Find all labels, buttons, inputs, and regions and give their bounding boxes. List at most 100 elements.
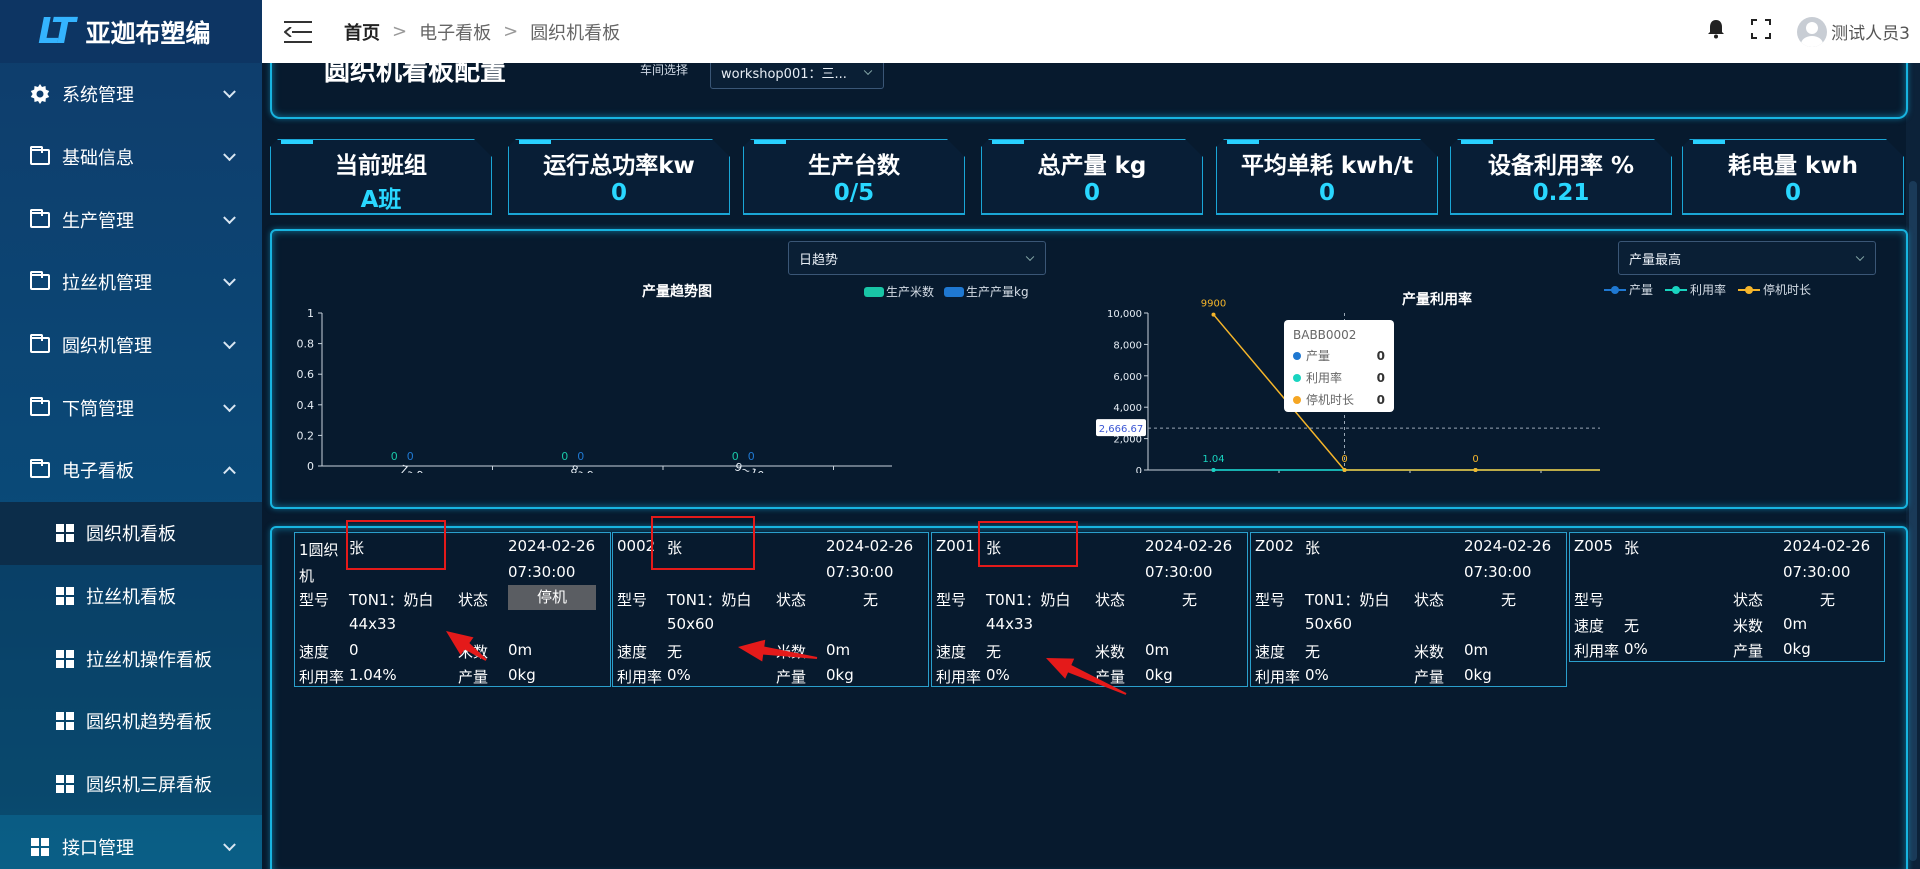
breadcrumb-separator: > [503, 21, 519, 42]
machine-model: T0N1：奶白 [986, 591, 1071, 609]
machine-output: 0kg [508, 666, 536, 684]
legend-swatch [944, 286, 965, 297]
kpi-card: 总产量 kg 0 [981, 139, 1203, 215]
app-name: 亚迦布塑编 [85, 18, 211, 48]
output-label: 产量 [1414, 668, 1445, 686]
data-point[interactable] [1211, 467, 1216, 472]
grid-icon [56, 774, 74, 793]
app-root: LT 亚迦布塑编 系统管理 基础信息 生产管理 拉丝机管理 圆织机管理 下筒管理… [0, 0, 1920, 869]
meters-label: 米数 [1733, 617, 1764, 635]
legend-line [1738, 285, 1761, 294]
user-name[interactable]: 测试人员3 [1831, 19, 1910, 44]
highlight-box [978, 521, 1078, 567]
kpi-card: 耗电量 kwh 0 [1682, 139, 1904, 215]
sidebar-item-label: 接口管理 [62, 837, 134, 859]
sidebar-item-drawing-machine[interactable]: 拉丝机管理 [0, 251, 262, 314]
sidebar-subitem-label: 圆织机三屏看板 [86, 774, 212, 796]
workshop-select[interactable]: workshop001：三... [710, 63, 884, 89]
logo: LT 亚迦布塑编 [0, 0, 262, 63]
machine-time: 07:30:00 [508, 563, 576, 581]
output-label: 产量 [458, 668, 489, 686]
kpi-title: 总产量 kg [1037, 153, 1147, 179]
breadcrumb-current: 圆织机看板 [530, 22, 621, 44]
data-point[interactable] [1211, 312, 1216, 317]
model-label: 型号 [936, 591, 967, 609]
output-label: 产量 [1733, 642, 1764, 660]
model-label: 型号 [1255, 591, 1286, 609]
breadcrumb-separator: > [392, 21, 408, 42]
tooltip-row: 停机时长 0 [1293, 391, 1385, 408]
sidebar-item-dashboard[interactable]: 电子看板 [0, 439, 262, 502]
machine-name: Z001 [936, 537, 975, 555]
avatar[interactable] [1797, 16, 1828, 47]
sidebar-item-production[interactable]: 生产管理 [0, 188, 262, 251]
sidebar-subitem-loom-three-screen-board[interactable]: 圆织机三屏看板 [0, 752, 262, 816]
page-title: 圆织机看板配置 [324, 63, 507, 87]
machine-card[interactable]: 1圆织机张 2024-02-26 07:30:00 型号 T0N1：奶白 44x33 状态速… [294, 532, 611, 687]
fullscreen-icon[interactable] [1751, 19, 1772, 44]
legend-label[interactable]: 利用率 [1690, 281, 1726, 298]
y-tick-label: 2,000 [1113, 435, 1142, 446]
breadcrumb-item[interactable]: 电子看板 [419, 19, 491, 45]
output-label: 产量 [776, 668, 807, 686]
folder-icon [30, 271, 50, 292]
breadcrumb-home[interactable]: 首页 [344, 19, 380, 45]
menu-toggle-icon[interactable] [284, 20, 312, 43]
tooltip-label: 停机时长 [1306, 393, 1355, 407]
machine-model: T0N1：奶白 [1305, 591, 1390, 609]
legend-label[interactable]: 生产米数 [886, 283, 934, 300]
legend-label[interactable]: 停机时长 [1763, 281, 1811, 298]
data-point[interactable] [1473, 468, 1478, 472]
machine-speed: 0 [349, 641, 359, 659]
tooltip-label: 产量 [1306, 349, 1331, 363]
machine-time: 07:30:00 [826, 563, 894, 581]
machine-card[interactable]: Z005 张 2024-02-26 07:30:00 型号 状态 速度无米数 0m 利用率 0% 产… [1569, 532, 1885, 662]
machine-status: 无 [863, 591, 879, 609]
sidebar-subitem-loom-trend-board[interactable]: 圆织机趋势看板 [0, 689, 262, 753]
machine-util: 1.04% [349, 666, 397, 684]
trend-period-select[interactable]: 日趋势 [788, 241, 1046, 275]
sidebar-item-interface[interactable]: 接口管理 [0, 815, 262, 869]
status-label: 状态 [1414, 591, 1445, 609]
sidebar-item-loom[interactable]: 圆织机管理 [0, 314, 262, 377]
util-label: 利用率 [1255, 668, 1301, 686]
kpi-title: 平均单耗 kwh/t [1240, 153, 1414, 179]
sidebar-subitem-loom-board[interactable]: 圆织机看板 [0, 501, 262, 565]
bar-value-label: 0 [748, 450, 755, 463]
machine-speed: 无 [1305, 643, 1321, 661]
trend-bar-chart: 00.20.40.60.817~8008~9009~100010~1100 [297, 307, 892, 473]
chart-tooltip: BABB0002 产量 0 利用率 0 停机时长 0 [1284, 320, 1394, 412]
y-tick-label: 0 [1136, 466, 1142, 473]
machine-util: 0% [1624, 640, 1648, 658]
chevron-down-icon [223, 399, 236, 412]
kpi-title: 耗电量 kwh [1728, 153, 1858, 179]
machine-output: 0kg [1145, 666, 1173, 684]
sidebar-subitem-drawing-board[interactable]: 拉丝机看板 [0, 564, 262, 628]
sidebar-item-basic-info[interactable]: 基础信息 [0, 126, 262, 189]
speed-label: 速度 [1255, 643, 1286, 661]
logo-mark: LT [38, 11, 75, 52]
chevron-down-icon [223, 148, 236, 162]
scrollbar[interactable] [1906, 63, 1920, 869]
series-line[interactable] [1212, 314, 1601, 471]
sidebar-item-doffing[interactable]: 下筒管理 [0, 376, 262, 439]
rate-sort-select[interactable]: 产量最高 [1618, 241, 1876, 275]
folder-icon [30, 146, 50, 167]
sidebar-subitem-label: 圆织机看板 [86, 524, 176, 546]
kpi-title: 当前班组 [335, 153, 427, 179]
bell-icon[interactable] [1707, 19, 1725, 44]
folder-icon [30, 459, 50, 480]
machine-unit: 张 [1305, 539, 1321, 557]
folder-icon [30, 396, 50, 418]
sidebar-subitem-drawing-operation-board[interactable]: 拉丝机操作看板 [0, 627, 262, 690]
sidebar-item-label: 系统管理 [62, 85, 134, 107]
x-tick-label: 7~8 [398, 463, 424, 473]
y-tick-label: 1 [307, 307, 314, 320]
data-point[interactable] [1342, 468, 1347, 472]
util-label: 利用率 [1574, 642, 1620, 660]
legend-label[interactable]: 产量 [1629, 281, 1653, 298]
machine-date: 2024-02-26 [826, 537, 914, 555]
sidebar-item-system[interactable]: 系统管理 [0, 63, 262, 126]
legend-label[interactable]: 生产产量kg [966, 283, 1029, 300]
machine-card[interactable]: Z002 张 2024-02-26 07:30:00 型号 T0N1：奶白 50x60 状态速… [1250, 532, 1567, 687]
